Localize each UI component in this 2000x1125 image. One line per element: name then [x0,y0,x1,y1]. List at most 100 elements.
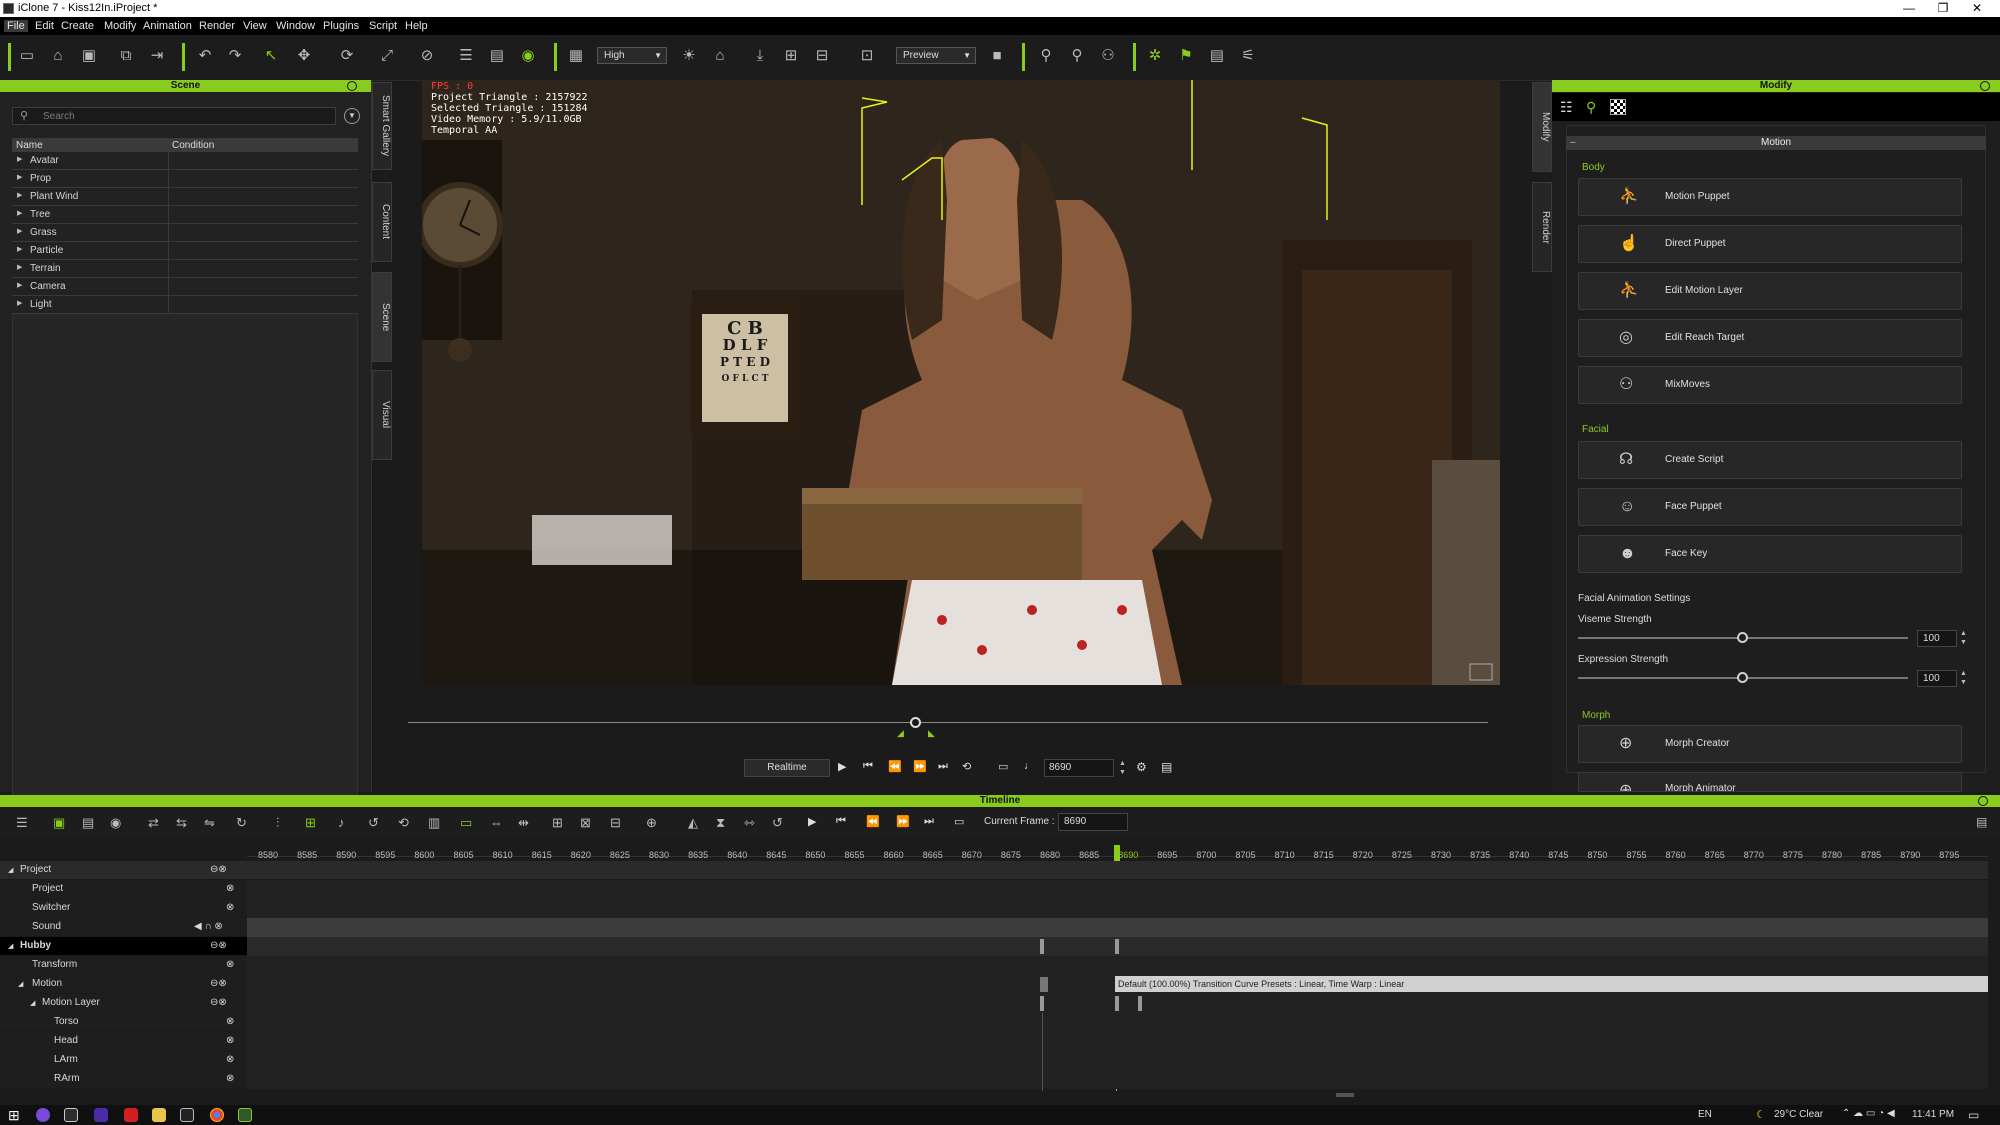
collapse-icon[interactable]: ◢ [8,866,13,874]
tl-go-end-icon[interactable]: ⏭ [924,815,934,828]
tl-step-forward-icon[interactable]: ⏩ [896,815,910,828]
audio-icon[interactable]: ♩ [1024,760,1035,772]
puppet-icon[interactable]: ✲ [1144,45,1166,67]
timeline-toggle-icon[interactable]: ▤ [1161,760,1172,774]
frame-input[interactable]: 8690 [1044,759,1114,777]
menu-animation[interactable]: Animation [143,20,192,32]
home-icon[interactable]: ⌂ [709,45,731,67]
expression-spinner[interactable]: ▲ ▼ [1960,669,1967,687]
view-icon[interactable]: ◉ [110,815,121,831]
folder-icon[interactable] [152,1108,166,1122]
scene-row-plant-wind[interactable]: ▶ Plant Wind [12,188,358,206]
record-video-icon[interactable]: ■ [986,45,1008,67]
current-frame-input[interactable]: 8690 [1058,813,1128,831]
break-icon[interactable]: ▥ [428,815,440,831]
filter-tracks-icon[interactable]: ▤ [82,815,94,831]
quality-dropdown[interactable]: High ▼ [597,47,667,64]
tl-step-back-icon[interactable]: ⏪ [866,815,880,828]
face-puppet-button[interactable]: ☺ Face Puppet [1578,488,1962,526]
menu-plugins[interactable]: Plugins [323,20,359,32]
realtime-button[interactable]: Realtime [744,759,830,777]
zoom-icon[interactable]: ⊕ [646,815,657,831]
key-icon[interactable]: ▣ [53,815,65,831]
xd-app-icon[interactable] [94,1108,108,1122]
material-tab-icon[interactable] [1610,99,1626,115]
settings-icon[interactable]: ⚙ [1136,760,1147,774]
track-row[interactable]: Project ⊗ [0,880,1988,899]
mirror-icon[interactable]: ◭ [688,815,698,831]
menu-view[interactable]: View [243,20,267,32]
sound-clip-icon[interactable]: ♪ [338,815,345,830]
loop-clip-icon[interactable]: ↻ [236,815,247,831]
scene-row-particle[interactable]: ▶ Particle [12,242,358,260]
collect-clip-icon[interactable]: ⇄ [148,815,159,831]
menu-render[interactable]: Render [199,20,235,32]
collapse-icon[interactable]: ◢ [8,942,13,950]
motion-clip[interactable]: Default (100.00%) Transition Curve Prese… [1115,976,1988,992]
grid-icon[interactable]: ⊟ [811,45,833,67]
blend-icon[interactable]: ⟲ [398,815,409,831]
menu-window[interactable]: Window [276,20,315,32]
panel-close-icon[interactable] [1978,796,1988,806]
expand-arrow-icon[interactable]: ▶ [17,155,22,163]
3d-viewport[interactable]: C B D L F P T E D O F L C T FPS : 0 Proj… [422,80,1500,685]
expand-arrow-icon[interactable]: ▶ [17,173,22,181]
collapse-icon[interactable]: ◢ [18,980,23,988]
iclone-taskbar-icon[interactable] [238,1108,252,1122]
expand-arrow-icon[interactable]: ▶ [17,191,22,199]
morph-animator-button[interactable]: ⊕ Morph Animator [1578,772,1962,792]
export-icon[interactable]: ⇥ [146,45,168,67]
expand-arrow-icon[interactable]: ▶ [17,281,22,289]
redo-icon[interactable]: ↷ [224,45,246,67]
viseme-value-input[interactable]: 100 [1917,630,1957,647]
render-mode-dropdown[interactable]: Preview ▼ [896,47,976,64]
edit-motion-layer-button[interactable]: ⛹ Edit Motion Layer [1578,272,1962,310]
track-row[interactable]: Head ⊗ [0,1032,1988,1051]
go-end-icon[interactable]: ⏭ [938,760,948,773]
motion-section-header[interactable]: Motion [1566,136,1986,150]
filter-icon[interactable]: ▼ [344,108,360,124]
tab-modify[interactable]: Modify [1532,82,1552,172]
split-icon[interactable]: ⊟ [610,815,621,831]
range-start-marker[interactable]: ◢ [897,728,904,739]
morph-creator-button[interactable]: ⊕ Morph Creator [1578,725,1962,763]
loop-icon[interactable]: ⟲ [962,760,971,773]
expand-range-icon[interactable]: ⇹ [518,815,529,831]
track-row[interactable]: ◢ Project ⊖⊗ [0,861,1988,880]
keyframe-marker[interactable] [1040,996,1044,1011]
track-options-icon[interactable]: ⊖⊗ [210,978,227,989]
snap-icon[interactable]: ⊘ [416,45,438,67]
frame-spinner[interactable]: ▲ ▼ [1119,759,1126,777]
column-name[interactable]: Name [16,140,43,151]
track-options-icon[interactable]: ⊖⊗ [210,997,227,1008]
notification-icon[interactable]: ▭ [1968,1108,1979,1122]
scrollbar-thumb[interactable] [1336,1093,1354,1097]
windows-start-icon[interactable]: ⊞ [8,1107,20,1124]
track-close-icon[interactable]: ⊗ [226,1073,234,1084]
track-row[interactable]: Sound ◀ ∩ ⊗ [0,918,1988,937]
fit-range-icon[interactable]: ⇔ [490,815,503,830]
select-icon[interactable]: ↖ [260,45,282,67]
track-row[interactable]: ◢ Motion Layer ⊖⊗ [0,994,1988,1013]
track-close-icon[interactable]: ⊗ [226,883,234,894]
undo-icon[interactable]: ↶ [194,45,216,67]
scrub-handle[interactable] [910,717,921,728]
menu-help[interactable]: Help [405,20,428,32]
delete-icon[interactable]: ⊠ [580,815,591,831]
chrome-icon[interactable] [210,1108,224,1122]
open-folder-icon[interactable]: ⌂ [47,45,69,67]
scene-row-avatar[interactable]: ▶ Avatar [12,152,358,170]
menu-modify[interactable]: Modify [104,20,136,32]
step-forward-icon[interactable]: ⏩ [913,760,927,773]
track-close-icon[interactable]: ⊗ [226,902,234,913]
settings-tab-icon[interactable]: ☷ [1560,99,1573,116]
tray-icons[interactable]: ⌃ ☁ ▭ ◔ ◀ [1842,1108,1895,1119]
align-clip-icon[interactable]: ⫶ [276,815,279,831]
scrub-track[interactable] [408,722,1488,723]
track-close-icon[interactable]: ⊗ [226,959,234,970]
mixmoves-button[interactable]: ⚇ MixMoves [1578,366,1962,404]
track-row[interactable]: LArm ⊗ [0,1051,1988,1070]
scene-search-input[interactable]: ⚲ Search [12,107,336,125]
direct-puppet-button[interactable]: ☝ Direct Puppet [1578,225,1962,263]
viseme-slider-handle[interactable] [1737,632,1748,643]
